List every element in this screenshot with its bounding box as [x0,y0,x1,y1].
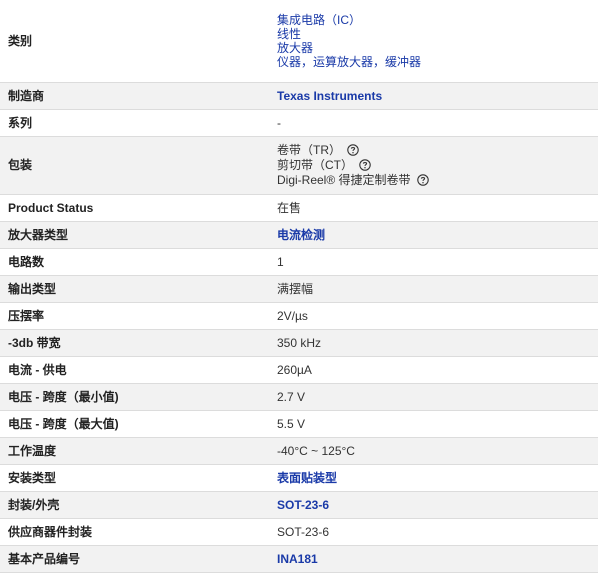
circuit-count-value: 1 [277,254,284,269]
attr-row-bandwidth: -3db 带宽 350 kHz [0,329,598,357]
attr-label: 电压 - 跨度（最小值) [0,383,272,411]
attr-value: 表面贴装型 [272,464,598,492]
mounting-type-link[interactable]: 表面贴装型 [277,471,598,485]
attr-row-package-case: 封装/外壳 SOT-23-6 [0,491,598,519]
attr-value: - [272,109,598,137]
attr-value: 2V/µs [272,302,598,330]
attr-label: 工作温度 [0,437,272,465]
output-type-value: 满摆幅 [277,281,314,296]
package-case-link[interactable]: SOT-23-6 [277,498,598,512]
attr-label: 封装/外壳 [0,491,272,519]
attr-value: 260µA [272,356,598,384]
attr-row-voltage-span-min: 电压 - 跨度（最小值) 2.7 V [0,383,598,411]
product-attributes-table: 类别 集成电路（IC） 线性 放大器 仪器，运算放大器，缓冲器 制造商 Texa… [0,0,598,573]
attr-row-supplier-package: 供应商器件封装 SOT-23-6 [0,518,598,546]
product-status-value: 在售 [277,200,302,215]
help-circle-icon[interactable] [416,174,429,186]
attr-value: 1 [272,248,598,276]
attr-row-category: 类别 集成电路（IC） 线性 放大器 仪器，运算放大器，缓冲器 [0,0,598,83]
attr-row-circuit-count: 电路数 1 [0,248,598,276]
attr-row-base-product-number: 基本产品编号 INA181 [0,545,598,573]
attr-row-voltage-span-max: 电压 - 跨度（最大值) 5.5 V [0,410,598,438]
attr-value: -40°C ~ 125°C [272,437,598,465]
attr-label: 电压 - 跨度（最大值) [0,410,272,438]
attr-value: 350 kHz [272,329,598,357]
attr-row-manufacturer: 制造商 Texas Instruments [0,82,598,110]
category-link-amplifiers[interactable]: 放大器 [277,41,598,55]
help-circle-icon[interactable] [359,159,371,171]
attr-label: 包装 [0,136,272,195]
attr-label: 电流 - 供电 [0,356,272,384]
attr-label: 供应商器件封装 [0,518,272,546]
attr-label: 类别 [0,0,272,83]
attr-value: 5.5 V [272,410,598,438]
attr-row-slew-rate: 压摆率 2V/µs [0,302,598,330]
category-link-ic[interactable]: 集成电路（IC） [277,13,598,27]
attr-label: 电路数 [0,248,272,276]
attr-row-series: 系列 - [0,109,598,137]
packaging-option-label: Digi-Reel® 得捷定制卷带 [277,173,411,187]
attr-row-mounting-type: 安装类型 表面贴装型 [0,464,598,492]
attr-label: -3db 带宽 [0,329,272,357]
supply-current-value: 260µA [277,362,312,377]
operating-temperature-value: -40°C ~ 125°C [277,443,355,458]
attr-label: 安装类型 [0,464,272,492]
attr-value: SOT-23-6 [272,491,598,519]
slew-rate-value: 2V/µs [277,308,308,323]
attr-label: 系列 [0,109,272,137]
attr-value: Texas Instruments [272,82,598,110]
category-link-instrumentation-opamps[interactable]: 仪器，运算放大器，缓冲器 [277,55,598,69]
packaging-option-cut-tape: 剪切带（CT） [277,158,598,173]
packaging-option-label: 卷带（TR） [277,143,341,157]
packaging-option-digi-reel: Digi-Reel® 得捷定制卷带 [277,173,598,188]
amplifier-type-link[interactable]: 电流检测 [277,228,598,242]
packaging-option-label: 剪切带（CT） [277,158,353,172]
attr-label: 放大器类型 [0,221,272,249]
attr-value: 集成电路（IC） 线性 放大器 仪器，运算放大器，缓冲器 [272,0,598,83]
help-circle-icon[interactable] [347,144,359,156]
attr-row-amplifier-type: 放大器类型 电流检测 [0,221,598,249]
attr-label: 基本产品编号 [0,545,272,573]
attr-label: 压摆率 [0,302,272,330]
attr-label: 输出类型 [0,275,272,303]
voltage-span-min-value: 2.7 V [277,389,306,404]
manufacturer-link[interactable]: Texas Instruments [277,89,598,103]
attr-label: Product Status [0,194,272,222]
attr-row-packaging: 包装 卷带（TR） 剪切带（CT） Digi-Reel® 得捷定制卷带 [0,136,598,195]
attr-value: 卷带（TR） 剪切带（CT） Digi-Reel® 得捷定制卷带 [272,136,598,195]
packaging-option-tape-reel: 卷带（TR） [277,143,598,158]
category-link-linear[interactable]: 线性 [277,27,598,41]
attr-row-output-type: 输出类型 满摆幅 [0,275,598,303]
attr-value: SOT-23-6 [272,518,598,546]
attr-value: 满摆幅 [272,275,598,303]
supplier-package-value: SOT-23-6 [277,524,330,539]
attr-row-product-status: Product Status 在售 [0,194,598,222]
attr-value: 电流检测 [272,221,598,249]
attr-value: INA181 [272,545,598,573]
voltage-span-max-value: 5.5 V [277,416,306,431]
attr-value: 2.7 V [272,383,598,411]
attr-value: 在售 [272,194,598,222]
attr-row-supply-current: 电流 - 供电 260µA [0,356,598,384]
bandwidth-value: 350 kHz [277,335,322,350]
attr-row-operating-temperature: 工作温度 -40°C ~ 125°C [0,437,598,465]
base-product-number-link[interactable]: INA181 [277,552,598,566]
series-value: - [277,115,281,130]
attr-label: 制造商 [0,82,272,110]
